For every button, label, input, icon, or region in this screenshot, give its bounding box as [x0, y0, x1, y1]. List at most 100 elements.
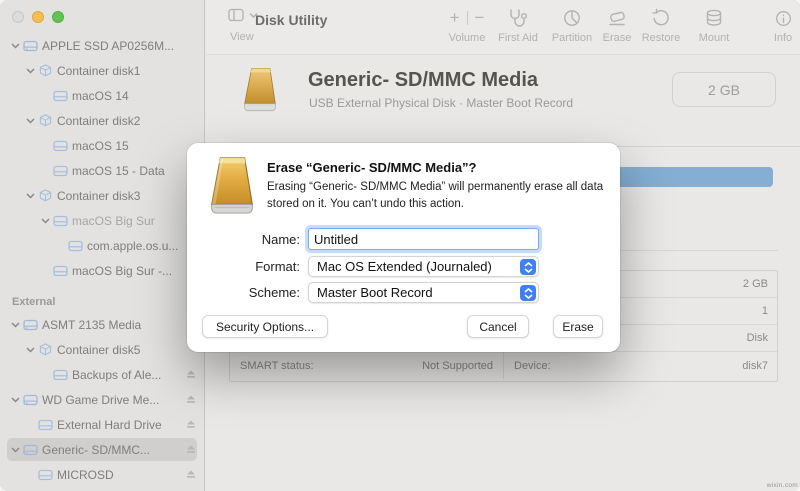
security-options-button[interactable]: Security Options...	[202, 315, 328, 338]
info-label: Device:	[504, 352, 614, 379]
info-value: 2 GB	[614, 271, 777, 297]
popup-stepper-icon	[520, 285, 536, 301]
gold-drive-icon	[203, 155, 261, 222]
watermark: wixin.com	[767, 482, 798, 489]
volume-icon	[52, 369, 69, 381]
disk-icon	[22, 394, 39, 406]
eject-icon[interactable]	[186, 443, 196, 457]
sidebar-item[interactable]: APPLE SSD AP0256M...	[0, 33, 204, 58]
disk-utility-window: APPLE SSD AP0256M... Container disk1 macOS…	[0, 0, 800, 491]
sidebar-item-label: MICROSD	[57, 468, 182, 482]
sidebar-item[interactable]: MICROSD	[0, 462, 204, 487]
name-input[interactable]	[308, 228, 539, 250]
info-value: disk7	[614, 352, 777, 379]
sidebar-item-label: Container disk2	[57, 114, 196, 128]
chevron-down-icon[interactable]	[8, 447, 22, 453]
chevron-down-icon[interactable]	[38, 218, 52, 224]
volume-icon	[52, 265, 69, 277]
sidebar: APPLE SSD AP0256M... Container disk1 macOS…	[0, 0, 205, 491]
info-icon	[774, 6, 793, 30]
sidebar-item[interactable]: Container disk2	[0, 108, 204, 133]
sidebar-item[interactable]: Generic- SD/MMC...	[0, 437, 204, 462]
volume-icon	[52, 90, 69, 102]
restore-icon	[651, 6, 671, 30]
traffic-lights	[12, 11, 64, 23]
disk-icon	[22, 444, 39, 456]
erase-button[interactable]: Erase	[553, 315, 603, 338]
device-header: Generic- SD/MMC Media USB External Physi…	[206, 55, 800, 147]
chevron-down-icon[interactable]	[23, 347, 37, 353]
disk-icon	[22, 40, 39, 52]
sidebar-item-label: WD Game Drive Me...	[42, 393, 182, 407]
sidebar-section-external: External	[0, 292, 204, 312]
capacity-badge: 2 GB	[672, 72, 776, 107]
volume-icon	[52, 140, 69, 152]
info-value: Disk	[614, 325, 777, 351]
sidebar-item-label: macOS Big Sur	[72, 214, 196, 228]
minimize-window-button[interactable]	[32, 11, 44, 23]
sidebar-item[interactable]: macOS 14	[0, 83, 204, 108]
toolbar-button-label: Info	[774, 32, 792, 44]
volume-icon	[67, 240, 84, 252]
sidebar-item-label: Container disk3	[57, 189, 196, 203]
chevron-down-icon[interactable]	[23, 118, 37, 124]
sidebar-item[interactable]: com.apple.os.u...	[0, 233, 204, 258]
device-subtitle: USB External Physical Disk · Master Boot…	[309, 96, 573, 110]
sd-media-icon	[237, 64, 283, 121]
sidebar-item-label: com.apple.os.u...	[87, 239, 196, 253]
device-title: Generic- SD/MMC Media	[308, 69, 538, 92]
device-tree: APPLE SSD AP0256M... Container disk1 macOS…	[0, 33, 204, 487]
sidebar-item[interactable]: macOS Big Sur -...	[0, 258, 204, 283]
sidebar-item[interactable]: Container disk5	[0, 337, 204, 362]
chevron-down-icon[interactable]	[8, 43, 22, 49]
volume-icon	[52, 165, 69, 177]
close-window-button[interactable]	[12, 11, 24, 23]
volume-add-remove-icon: +−	[450, 6, 485, 30]
sidebar-item[interactable]: WD Game Drive Me...	[0, 387, 204, 412]
volume-icon	[52, 215, 69, 227]
disk-icon	[22, 319, 39, 331]
add-volume-icon[interactable]: +	[450, 8, 460, 28]
toolbar: View Disk Utility +−VolumeFirst AidParti…	[206, 0, 800, 55]
sidebar-item[interactable]: Container disk1	[0, 58, 204, 83]
sidebar-item[interactable]: ASMT 2135 Media	[0, 312, 204, 337]
sidebar-item-label: macOS 15	[72, 139, 196, 153]
sidebar-item[interactable]: External Hard Drive	[0, 412, 204, 437]
format-label: Format:	[187, 259, 308, 274]
scheme-label: Scheme:	[187, 285, 308, 300]
eject-icon[interactable]	[186, 393, 196, 407]
sidebar-item-label: Generic- SD/MMC...	[42, 443, 182, 457]
format-select[interactable]: Mac OS Extended (Journaled)	[308, 256, 539, 277]
format-selected-value: Mac OS Extended (Journaled)	[317, 259, 492, 274]
view-button[interactable]	[228, 8, 258, 22]
sidebar-item[interactable]: macOS Big Sur	[0, 208, 204, 233]
dialog-body-text: Erasing “Generic- SD/MMC Media” will per…	[267, 179, 605, 212]
toolbar-button-info[interactable]: Info	[748, 6, 800, 44]
scheme-select[interactable]: Master Boot Record	[308, 282, 539, 303]
toolbar-button-mount[interactable]: Mount	[679, 6, 749, 44]
chevron-down-icon[interactable]	[8, 397, 22, 403]
cancel-button[interactable]: Cancel	[467, 315, 529, 338]
sidebar-item-label: macOS Big Sur -...	[72, 264, 196, 278]
chevron-down-icon[interactable]	[23, 68, 37, 74]
info-value: Not Supported	[340, 352, 503, 379]
sidebar-item[interactable]: macOS 15 - Data	[0, 158, 204, 183]
sidebar-item[interactable]: macOS 15	[0, 133, 204, 158]
chevron-down-icon[interactable]	[8, 322, 22, 328]
name-label: Name:	[187, 232, 308, 247]
popup-stepper-icon	[520, 259, 536, 275]
container-icon	[37, 64, 54, 77]
sidebar-item-label: Container disk1	[57, 64, 196, 78]
chevron-down-icon[interactable]	[23, 193, 37, 199]
sidebar-item[interactable]: Container disk3	[0, 183, 204, 208]
volume-icon	[37, 419, 54, 431]
toolbar-button-label: Restore	[642, 32, 681, 44]
erase-icon	[606, 6, 628, 30]
zoom-window-button[interactable]	[52, 11, 64, 23]
partition-icon	[562, 6, 582, 30]
eject-icon[interactable]	[186, 468, 196, 482]
eject-icon[interactable]	[186, 418, 196, 432]
container-icon	[37, 343, 54, 356]
eject-icon[interactable]	[186, 368, 196, 382]
sidebar-item[interactable]: Backups of Ale...	[0, 362, 204, 387]
